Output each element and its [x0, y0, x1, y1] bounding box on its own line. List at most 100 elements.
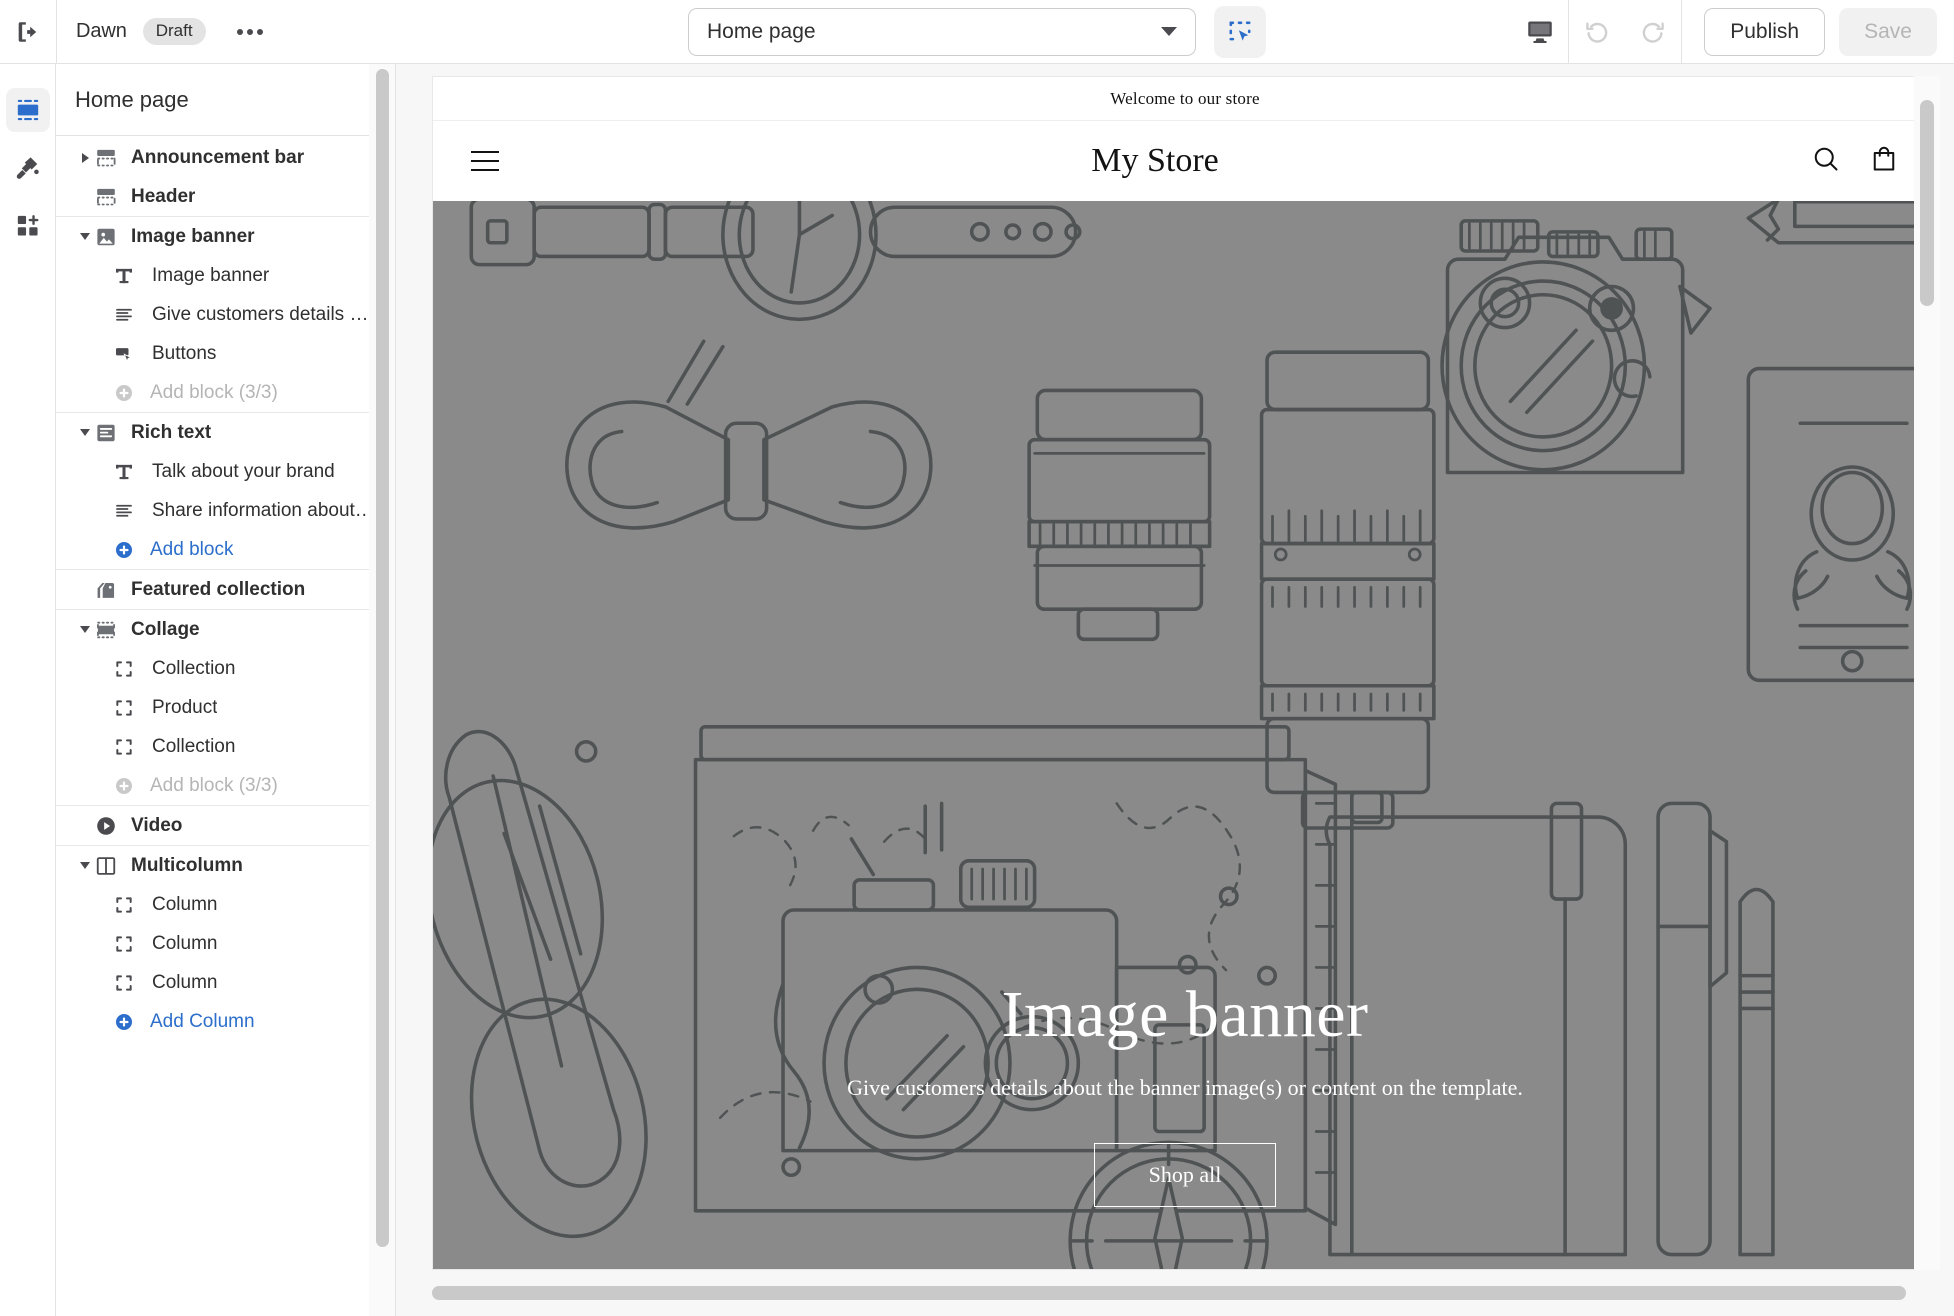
sidebar-item-collage[interactable]: Collage — [56, 610, 395, 649]
toolbar-right-group: Publish Save — [1512, 0, 1954, 64]
sidebar-item-header[interactable]: Header — [56, 177, 395, 216]
text-paragraph-icon — [114, 499, 140, 523]
hamburger-line — [471, 160, 499, 162]
shopping-bag-icon[interactable] — [1869, 144, 1899, 179]
sidebar-block-collage-product[interactable]: Product — [56, 688, 395, 727]
rail-item-sections[interactable] — [5, 88, 50, 132]
save-button[interactable]: Save — [1839, 7, 1937, 56]
sidebar-block-label: Share information about y… — [152, 499, 374, 521]
redo-button[interactable] — [1625, 0, 1681, 64]
sidebar-item-image-banner[interactable]: Image banner — [56, 217, 395, 256]
section-group: Featured collection — [56, 570, 395, 610]
sidebar-block-label: Image banner — [152, 264, 270, 286]
add-block-label: Add block (3/3) — [150, 774, 278, 796]
sidebar-block-column-2[interactable]: Column — [56, 924, 395, 963]
announcement-bar[interactable]: Welcome to our store — [433, 77, 1937, 121]
exit-arrow-icon — [18, 21, 37, 42]
shop-all-button[interactable]: Shop all — [1093, 1143, 1277, 1207]
sidebar-block-label: Buttons — [152, 342, 217, 364]
sidebar-item-label: Multicolumn — [131, 854, 243, 876]
sidebar-scrollbar-thumb[interactable] — [375, 69, 389, 1247]
theme-editor-app: Dawn Draft Home page Publish Save Home p… — [0, 0, 1954, 1316]
toolbar-left-group: Dawn Draft — [57, 14, 272, 50]
undo-arrow-icon — [1586, 21, 1608, 43]
inspector-toggle-button[interactable] — [1214, 5, 1266, 58]
add-block-collage[interactable]: Add block (3/3) — [56, 766, 395, 805]
image-banner-section[interactable]: Image banner Give customers details abou… — [433, 201, 1937, 1269]
hamburger-menu-icon[interactable] — [471, 151, 499, 171]
sidebar-item-announcement-bar[interactable]: Announcement bar — [56, 138, 395, 177]
block-frame-icon — [114, 735, 140, 759]
sidebar-block-column-1[interactable]: Column — [56, 885, 395, 924]
theme-name: Dawn — [76, 20, 127, 42]
image-banner-icon — [95, 225, 123, 249]
sidebar-item-label: Image banner — [131, 225, 255, 247]
sidebar-block-rich-text-body[interactable]: Share information about y… — [56, 491, 395, 530]
add-block-image-banner[interactable]: Add block (3/3) — [56, 373, 395, 412]
sidebar-block-collage-collection-1[interactable]: Collection — [56, 649, 395, 688]
sidebar-item-video[interactable]: Video — [56, 806, 395, 845]
device-preview-button[interactable] — [1512, 0, 1568, 64]
disclosure-toggle[interactable] — [75, 429, 95, 436]
exit-editor-button[interactable] — [0, 0, 56, 64]
more-actions-button[interactable] — [228, 14, 272, 50]
top-toolbar: Dawn Draft Home page Publish Save — [0, 0, 1954, 64]
disclosure-toggle[interactable] — [75, 233, 95, 240]
chevron-down-icon — [80, 429, 90, 436]
announcement-bar-icon — [95, 146, 123, 170]
sidebar-item-label: Rich text — [131, 421, 212, 443]
plus-circle-disabled-icon — [114, 774, 142, 798]
add-block-label: Add block (3/3) — [150, 381, 278, 403]
hamburger-line — [471, 169, 499, 171]
sidebar-item-label: Video — [131, 814, 183, 836]
section-group: Collage Collection Product Collection Ad… — [56, 610, 395, 806]
block-frame-icon — [114, 893, 140, 917]
store-header[interactable]: My Store — [433, 121, 1937, 201]
page-selector[interactable]: Home page — [688, 7, 1196, 56]
sidebar-block-rich-text-heading[interactable]: Talk about your brand — [56, 452, 395, 491]
rail-item-apps[interactable] — [6, 204, 50, 248]
chevron-right-icon — [81, 152, 89, 163]
header-icon — [95, 185, 123, 209]
sidebar-block-column-3[interactable]: Column — [56, 963, 395, 1002]
disclosure-toggle[interactable] — [75, 152, 95, 163]
publish-button[interactable]: Publish — [1704, 7, 1826, 56]
store-name: My Store — [1091, 142, 1219, 179]
more-dot — [246, 28, 253, 35]
disclosure-toggle[interactable] — [75, 626, 95, 633]
more-dot — [256, 28, 263, 35]
sidebar-block-image-banner-heading[interactable]: Image banner — [56, 256, 395, 295]
sidebar-item-label: Header — [131, 185, 196, 207]
sidebar-block-collage-collection-2[interactable]: Collection — [56, 727, 395, 766]
add-block-label: Add Column — [150, 1010, 255, 1032]
text-heading-icon — [114, 264, 140, 288]
preview-pane: Welcome to our store My Store Image bann… — [396, 64, 1954, 1316]
add-column-button[interactable]: Add Column — [56, 1002, 395, 1041]
preview-padding: Welcome to our store My Store Image bann… — [396, 64, 1954, 1270]
plus-circle-disabled-icon — [114, 381, 142, 405]
preview-horizontal-scrollbar[interactable] — [396, 1270, 1954, 1316]
multicolumn-icon — [95, 854, 123, 878]
sidebar-item-multicolumn[interactable]: Multicolumn — [56, 846, 395, 885]
sidebar-block-label: Collection — [152, 657, 236, 679]
editor-body: Home page Announcement bar Header Image … — [0, 64, 1954, 1316]
redo-arrow-icon — [1642, 21, 1665, 43]
rail-item-theme-settings[interactable] — [6, 146, 50, 190]
sidebar-block-buttons[interactable]: Buttons — [56, 334, 395, 373]
block-frame-icon — [114, 696, 140, 720]
preview-horizontal-scrollbar-thumb[interactable] — [432, 1286, 1906, 1300]
rich-text-icon — [95, 421, 123, 445]
sidebar-scrollbar[interactable] — [373, 69, 391, 1247]
sidebar-item-featured-collection[interactable]: Featured collection — [56, 570, 395, 609]
sidebar-block-label: Talk about your brand — [152, 460, 335, 482]
collection-tag-icon — [95, 578, 123, 602]
sidebar-item-rich-text[interactable]: Rich text — [56, 413, 395, 452]
preview-vertical-scrollbar-thumb[interactable] — [1920, 100, 1934, 306]
add-block-rich-text[interactable]: Add block — [56, 530, 395, 569]
sidebar-block-image-banner-text[interactable]: Give customers details ab… — [56, 295, 395, 334]
disclosure-toggle[interactable] — [75, 862, 95, 869]
sidebar-block-label: Column — [152, 932, 218, 954]
search-icon[interactable] — [1811, 144, 1841, 179]
undo-button[interactable] — [1569, 0, 1625, 64]
sections-sidebar: Home page Announcement bar Header Image … — [56, 64, 396, 1316]
